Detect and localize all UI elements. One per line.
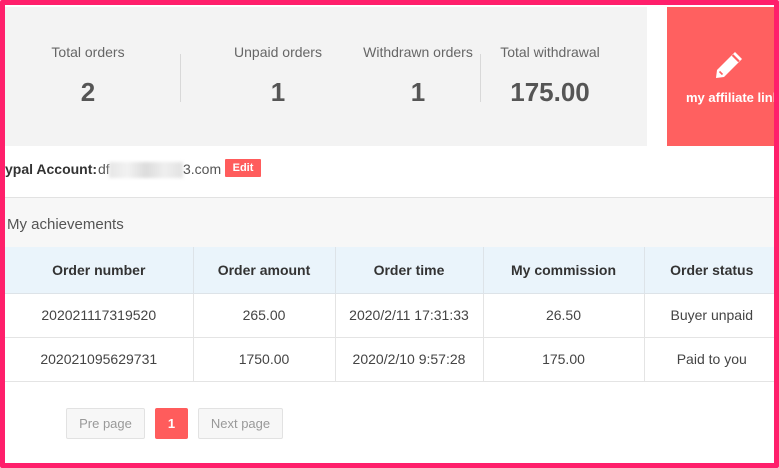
table-cell: 202021095629731 <box>5 337 194 382</box>
prev-page-button[interactable]: Pre page <box>66 408 145 439</box>
stat-value: 1 <box>410 77 426 107</box>
email-redaction-blur <box>109 162 183 178</box>
stat-total-withdrawal: Total withdrawal 175.00 <box>490 7 610 146</box>
stat-total-orders: Total orders 2 <box>25 7 151 146</box>
column-header: Order time <box>335 247 484 294</box>
stat-value: 2 <box>80 77 96 107</box>
paypal-account-label: ypal Account: <box>5 161 98 177</box>
column-header: Order amount <box>193 247 336 294</box>
table-cell: 265.00 <box>193 293 336 338</box>
table-cell: 26.50 <box>483 293 645 338</box>
stat-value: 1 <box>270 77 286 107</box>
stat-divider <box>480 54 481 102</box>
column-header: Order status <box>644 247 774 294</box>
column-header: My commission <box>483 247 645 294</box>
table-row: 202021117319520 265.00 2020/2/11 17:31:3… <box>5 293 774 338</box>
table-row: 202021095629731 1750.00 2020/2/10 9:57:2… <box>5 337 774 382</box>
orders-table: Order number Order amount Order time My … <box>5 247 774 382</box>
table-cell: 202021117319520 <box>5 293 194 338</box>
affiliate-link-label: my affiliate link <box>686 90 779 105</box>
stat-label: Total orders <box>51 44 125 60</box>
pencil-icon <box>716 52 742 78</box>
table-cell: 1750.00 <box>193 337 336 382</box>
achievements-title: My achievements <box>7 216 124 233</box>
stat-label: Total withdrawal <box>500 44 600 60</box>
table-header-row: Order number Order amount Order time My … <box>5 247 774 294</box>
paypal-account: ypal Account: df 3.com <box>5 159 222 181</box>
stat-label: Unpaid orders <box>234 44 322 60</box>
stat-divider <box>180 54 181 102</box>
stat-label: Withdrawn orders <box>363 44 473 60</box>
stats-panel: Total orders 2 Unpaid orders 1 Withdrawn… <box>5 7 647 146</box>
stat-withdrawn-orders: Withdrawn orders 1 <box>357 7 479 146</box>
stat-unpaid-orders: Unpaid orders 1 <box>218 7 338 146</box>
table-cell: Buyer unpaid <box>644 293 774 338</box>
paypal-email-prefix: df <box>98 161 110 177</box>
edit-paypal-button[interactable]: Edit <box>225 159 261 177</box>
current-page-button[interactable]: 1 <box>155 408 188 439</box>
achievements-header: My achievements <box>5 197 774 247</box>
paypal-email-suffix: 3.com <box>183 161 222 177</box>
affiliate-link-button[interactable]: my affiliate link <box>667 7 779 146</box>
page-frame: Total orders 2 Unpaid orders 1 Withdrawn… <box>0 0 779 468</box>
table-cell: Paid to you <box>644 337 774 382</box>
table-cell: 2020/2/11 17:31:33 <box>335 293 484 338</box>
table-cell: 2020/2/10 9:57:28 <box>335 337 484 382</box>
column-header: Order number <box>5 247 194 294</box>
table-cell: 175.00 <box>483 337 645 382</box>
stat-value: 175.00 <box>510 77 590 107</box>
next-page-button[interactable]: Next page <box>198 408 283 439</box>
